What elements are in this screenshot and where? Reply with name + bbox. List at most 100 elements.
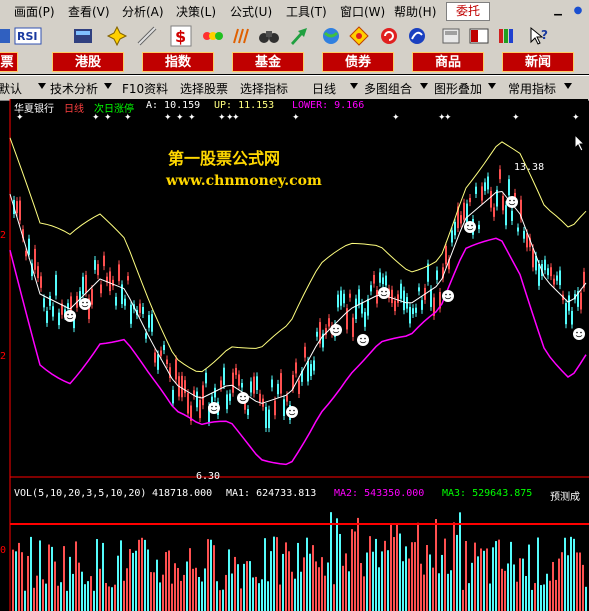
menu-item-formula[interactable]: 公式(U) [230, 3, 272, 20]
top-marker: ✦ [232, 113, 240, 123]
candle-body [538, 263, 540, 286]
volume-bar [420, 563, 422, 611]
tab-select-indicator[interactable]: 选择指标 [240, 80, 288, 97]
volume-bar [177, 567, 179, 611]
volume-bar [90, 576, 92, 611]
volume-bar [39, 540, 41, 611]
smiley-eye [240, 395, 242, 398]
chevron-down-icon[interactable] [564, 83, 572, 89]
binoculars-icon[interactable] [258, 25, 280, 47]
menu-item-view[interactable]: 画面(P) [14, 3, 55, 20]
chevron-down-icon[interactable] [488, 83, 496, 89]
smiley-eye [215, 405, 217, 408]
toolbar-icon[interactable] [0, 25, 14, 47]
book-icon[interactable] [468, 25, 490, 47]
chevron-down-icon[interactable] [350, 83, 358, 89]
category-commodity[interactable]: 商品 [412, 52, 484, 72]
tablet-icon[interactable] [440, 25, 462, 47]
volume-bar [255, 576, 257, 611]
smiley-eye [337, 327, 339, 330]
candle-body [358, 289, 360, 305]
volume-bar [297, 542, 299, 611]
up-value: UP: 11.153 [214, 100, 275, 111]
volume-bar [69, 556, 71, 611]
category-news[interactable]: 新闻 [502, 52, 574, 72]
rsi-icon[interactable]: RSI [14, 25, 42, 47]
smiley-eye [360, 337, 362, 340]
svg-text:$: $ [175, 27, 186, 46]
chevron-down-icon[interactable] [38, 83, 46, 89]
draw-icon[interactable] [136, 25, 158, 47]
candle-body [283, 399, 285, 416]
tab-technical-analysis[interactable]: 技术分析 [50, 80, 98, 97]
indicator-name: 次日涨停 [94, 104, 134, 115]
volume-bar [390, 524, 392, 611]
tab-multi-chart[interactable]: 多图组合 [364, 80, 412, 97]
dollar-icon[interactable]: $ [170, 25, 192, 47]
menu-item-analysis[interactable]: 分析(A) [122, 3, 164, 20]
books-icon[interactable] [496, 25, 518, 47]
volume-bar [96, 539, 98, 611]
trust-button[interactable]: 委托 [446, 2, 490, 21]
arrow-icon[interactable] [288, 25, 310, 47]
traffic-icon[interactable] [202, 25, 224, 47]
menu-item-decision[interactable]: 决策(L) [176, 3, 216, 20]
period-label: 日线 [64, 104, 84, 115]
tab-daily[interactable]: 日线 [312, 80, 336, 97]
volume-bar [438, 573, 440, 611]
candle-body [205, 372, 207, 384]
category-fund[interactable]: 基金 [232, 52, 304, 72]
menu-item-window[interactable]: 窗口(W) [340, 3, 385, 20]
volume-bar [555, 579, 557, 611]
minimize-icon[interactable]: ▁ [550, 3, 566, 18]
refresh-icon[interactable] [378, 25, 400, 47]
volume-bar [228, 549, 230, 611]
smiley-face [464, 221, 476, 233]
category-hk-stock[interactable]: 港股 [52, 52, 124, 72]
candle-body [445, 246, 447, 265]
tab-default[interactable]: 默认 [0, 80, 22, 97]
volume-bar [243, 563, 245, 611]
volume-bar [354, 531, 356, 611]
diamond-icon[interactable] [348, 25, 370, 47]
candle-body [409, 306, 411, 324]
candle-body [139, 303, 141, 313]
help-icon[interactable]: ? [528, 25, 550, 47]
tab-overlay[interactable]: 图形叠加 [434, 80, 482, 97]
top-marker: ✦ [444, 113, 452, 123]
tab-common-indicators[interactable]: 常用指标 [508, 80, 556, 97]
volume-bar [318, 567, 320, 611]
bars-icon[interactable] [230, 25, 252, 47]
category-stock[interactable]: 票 [0, 52, 18, 72]
menu-item-tools[interactable]: 工具(T) [286, 3, 327, 20]
calc-icon[interactable] [72, 25, 94, 47]
volume-bar [174, 563, 176, 611]
category-index[interactable]: 指数 [142, 52, 214, 72]
candle-body [127, 276, 129, 281]
volume-bar [162, 574, 164, 611]
tab-select-stock[interactable]: 选择股票 [180, 80, 228, 97]
volume-bar [192, 568, 194, 611]
tab-f10[interactable]: F10资料 [122, 80, 168, 97]
volume-bar [105, 582, 107, 611]
top-marker: ✦ [512, 113, 520, 123]
candle-body [412, 308, 414, 315]
volume-bar [258, 583, 260, 611]
move-icon[interactable] [106, 25, 128, 47]
category-bond[interactable]: 债券 [322, 52, 394, 72]
volume-bar [120, 540, 122, 611]
chevron-down-icon[interactable] [420, 83, 428, 89]
menu-item-help[interactable]: 帮助(H) [394, 3, 436, 20]
volume-bar [42, 579, 44, 611]
info-icon[interactable] [406, 25, 428, 47]
volume-bar [339, 533, 341, 611]
menu-item-look[interactable]: 查看(V) [68, 3, 110, 20]
chevron-down-icon[interactable] [104, 83, 112, 89]
candle-body [295, 362, 297, 374]
volume-bar [327, 562, 329, 611]
candle-body [271, 379, 273, 388]
globe-icon[interactable] [320, 25, 342, 47]
function-tab-bar: 默认 技术分析 F10资料 选择股票 选择指标 日线 多图组合 图形叠加 常用指… [0, 75, 589, 101]
chart-area[interactable]: ✦ ✦ ✦ ✦ ✦ ✦ ✦ ✦ ✦ ✦ ✦ ✦ ✦ ✦ ✦ ✦ 华夏银行 日线 次日涨停 A: 10.159 … [0, 99, 589, 611]
smiley-marker [573, 328, 585, 340]
